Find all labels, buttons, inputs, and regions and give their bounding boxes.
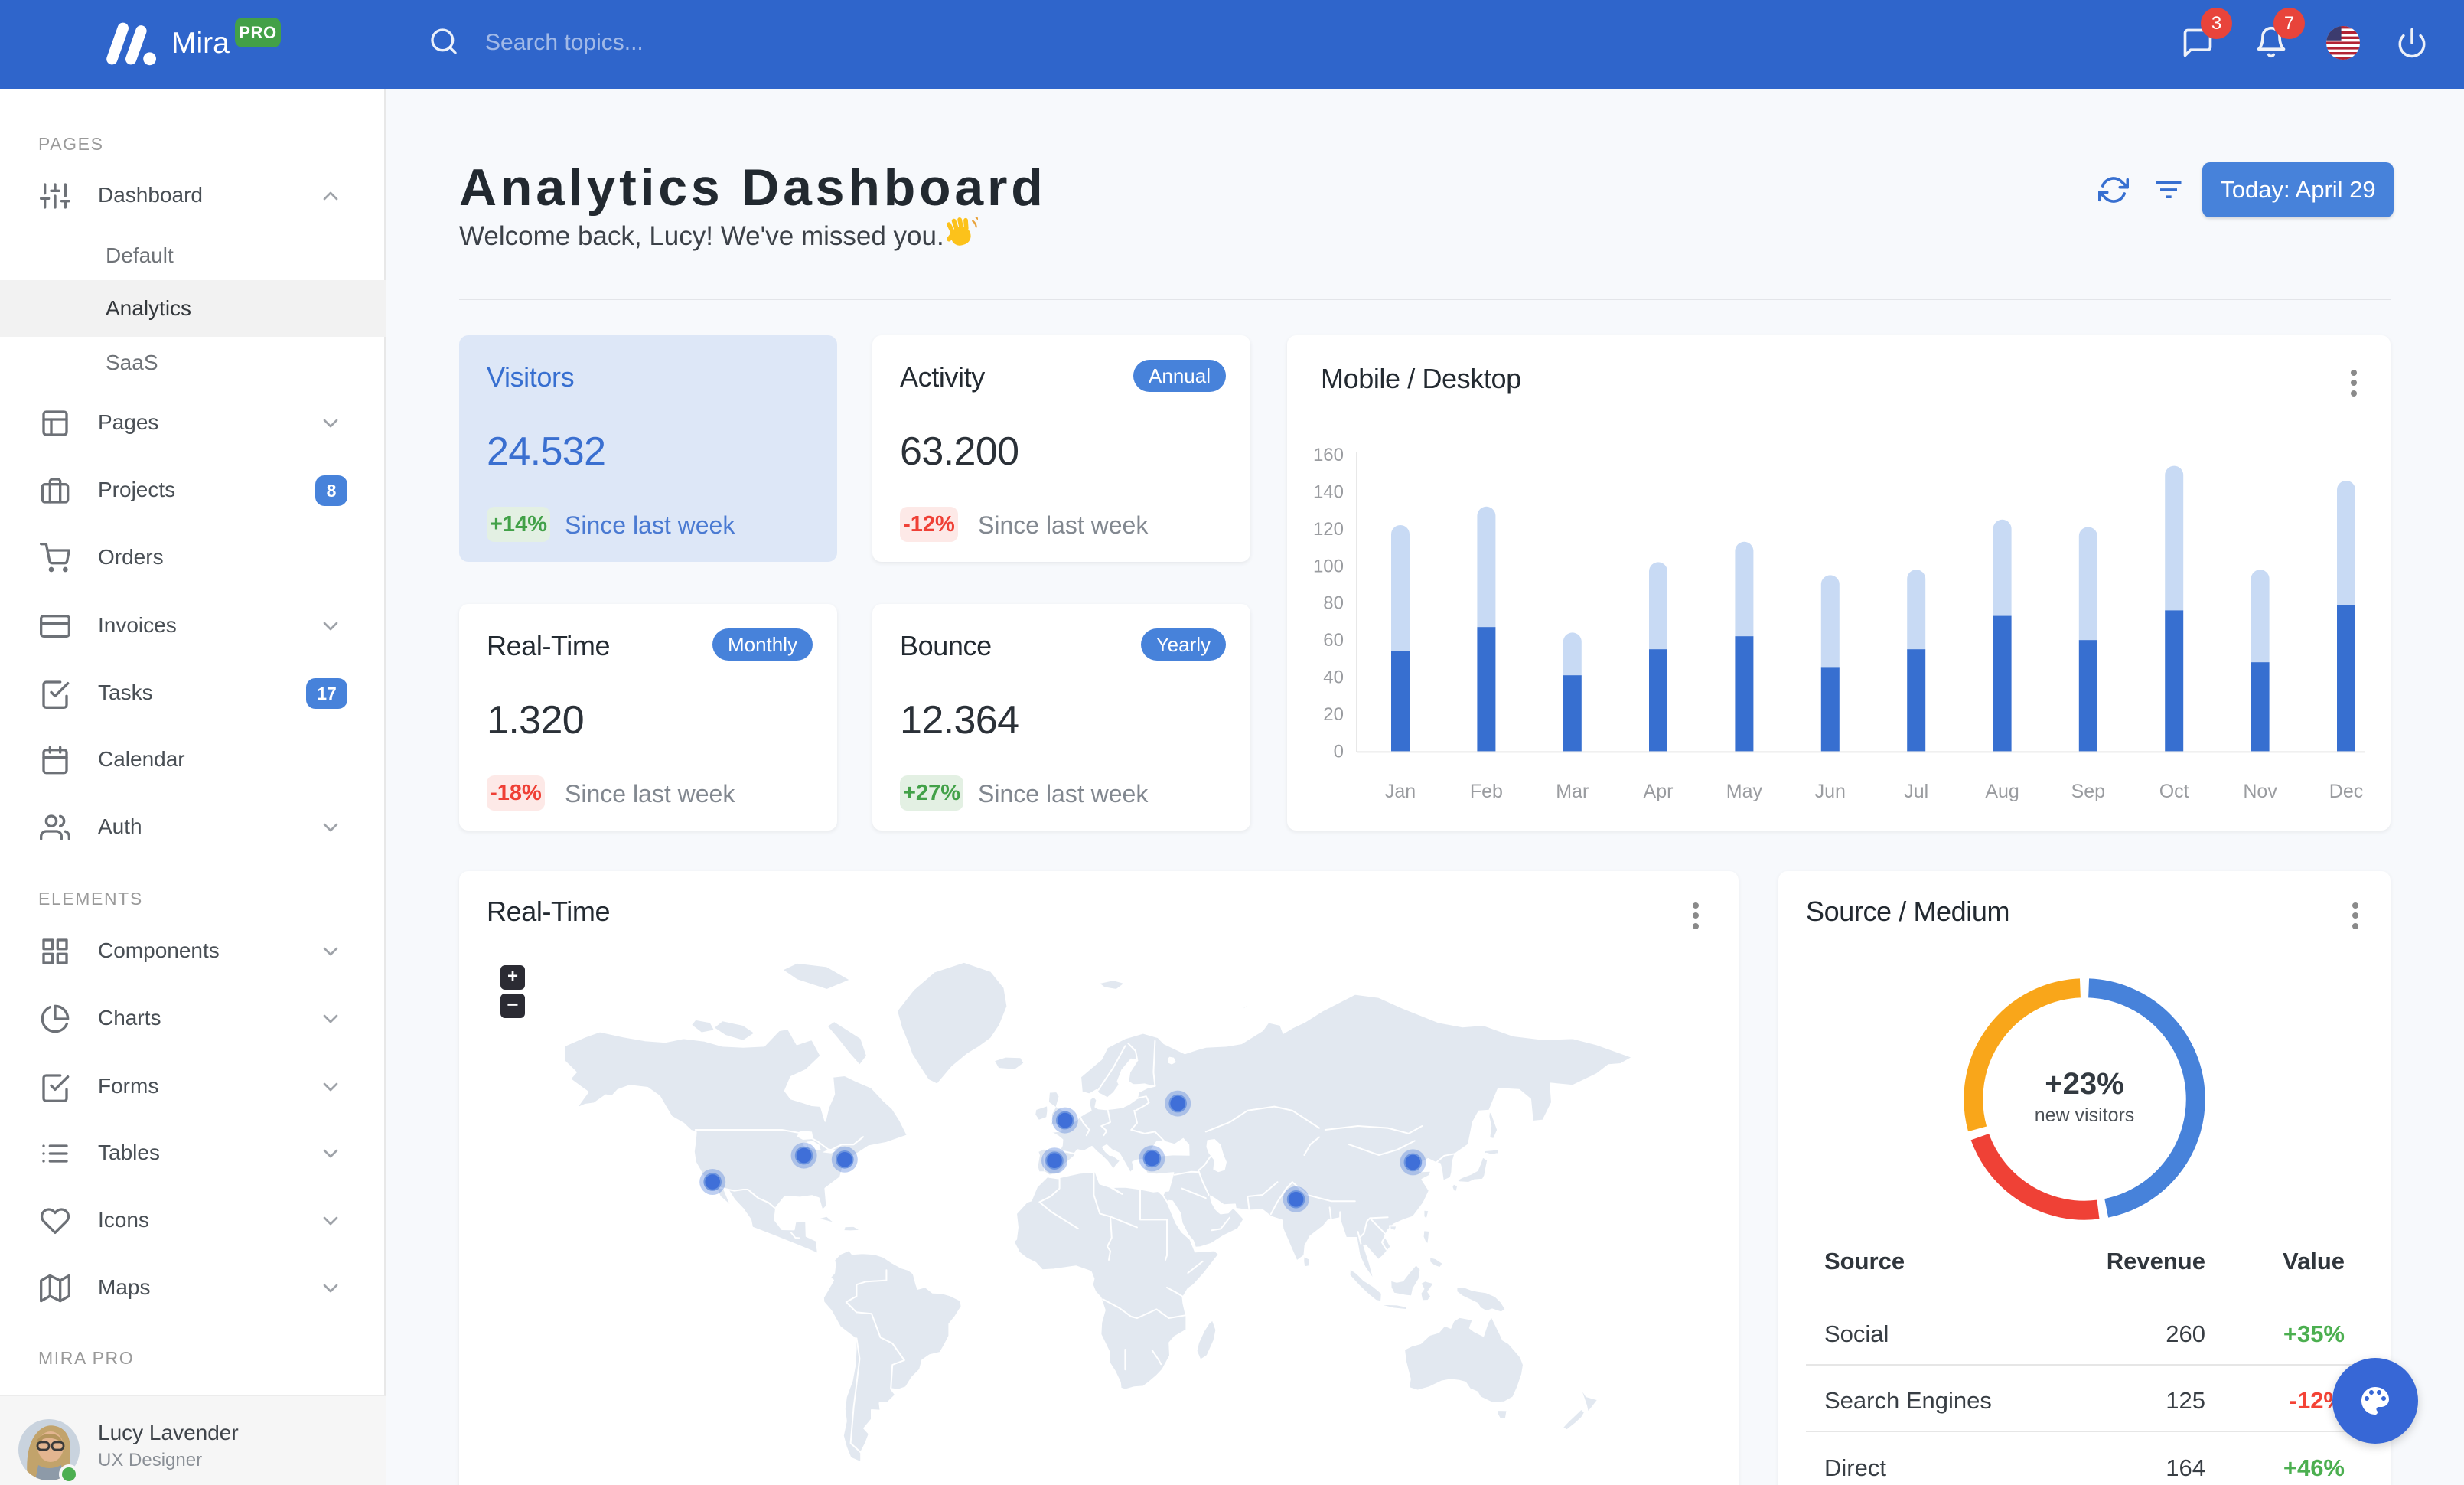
svg-text:Oct: Oct bbox=[2159, 781, 2189, 802]
svg-text:Nov: Nov bbox=[2243, 781, 2277, 802]
svg-text:20: 20 bbox=[1323, 704, 1344, 725]
svg-text:100: 100 bbox=[1313, 556, 1344, 576]
svg-text:Feb: Feb bbox=[1470, 781, 1503, 802]
svg-text:Aug: Aug bbox=[1985, 781, 2019, 802]
svg-text:160: 160 bbox=[1313, 445, 1344, 465]
svg-text:120: 120 bbox=[1313, 519, 1344, 540]
svg-text:40: 40 bbox=[1323, 667, 1344, 688]
svg-text:Jan: Jan bbox=[1385, 781, 1416, 802]
svg-text:140: 140 bbox=[1313, 481, 1344, 502]
svg-text:Jun: Jun bbox=[1815, 781, 1846, 802]
svg-text:60: 60 bbox=[1323, 630, 1344, 651]
svg-text:Mar: Mar bbox=[1556, 781, 1589, 802]
svg-text:Apr: Apr bbox=[1644, 781, 1674, 802]
svg-text:Jul: Jul bbox=[1904, 781, 1928, 802]
svg-text:Dec: Dec bbox=[2329, 781, 2363, 802]
svg-text:80: 80 bbox=[1323, 593, 1344, 614]
svg-text:Sep: Sep bbox=[2071, 781, 2105, 802]
svg-text:0: 0 bbox=[1334, 741, 1344, 762]
svg-text:May: May bbox=[1726, 781, 1763, 802]
